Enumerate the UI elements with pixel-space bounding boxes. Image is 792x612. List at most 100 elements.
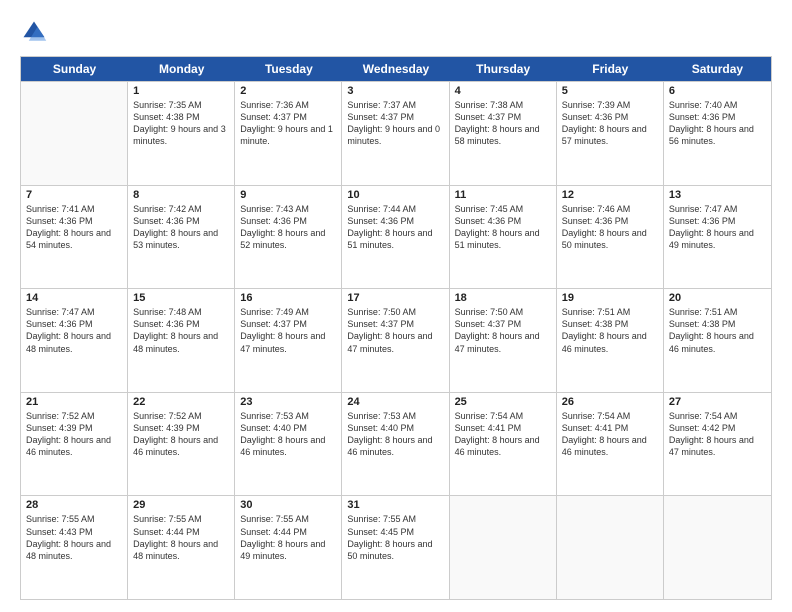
day-info: Sunrise: 7:51 AMSunset: 4:38 PMDaylight:… (669, 306, 766, 355)
cal-cell: 31 Sunrise: 7:55 AMSunset: 4:45 PMDayligh… (342, 496, 449, 599)
day-info: Sunrise: 7:44 AMSunset: 4:36 PMDaylight:… (347, 203, 443, 252)
day-info: Sunrise: 7:55 AMSunset: 4:45 PMDaylight:… (347, 513, 443, 562)
cal-cell: 15 Sunrise: 7:48 AMSunset: 4:36 PMDayligh… (128, 289, 235, 392)
day-number: 9 (240, 189, 336, 201)
day-info: Sunrise: 7:50 AMSunset: 4:37 PMDaylight:… (347, 306, 443, 355)
day-info: Sunrise: 7:38 AMSunset: 4:37 PMDaylight:… (455, 99, 551, 148)
day-number: 31 (347, 499, 443, 511)
header-day-monday: Monday (128, 57, 235, 81)
day-number: 26 (562, 396, 658, 408)
page: SundayMondayTuesdayWednesdayThursdayFrid… (0, 0, 792, 612)
week-row-0: 1 Sunrise: 7:35 AMSunset: 4:38 PMDaylight… (21, 81, 771, 185)
cal-cell: 16 Sunrise: 7:49 AMSunset: 4:37 PMDayligh… (235, 289, 342, 392)
cal-cell: 2 Sunrise: 7:36 AMSunset: 4:37 PMDaylight… (235, 82, 342, 185)
header-day-thursday: Thursday (450, 57, 557, 81)
day-number: 14 (26, 292, 122, 304)
calendar-header: SundayMondayTuesdayWednesdayThursdayFrid… (21, 57, 771, 81)
day-number: 13 (669, 189, 766, 201)
day-info: Sunrise: 7:49 AMSunset: 4:37 PMDaylight:… (240, 306, 336, 355)
day-info: Sunrise: 7:55 AMSunset: 4:44 PMDaylight:… (133, 513, 229, 562)
header-day-sunday: Sunday (21, 57, 128, 81)
day-number: 25 (455, 396, 551, 408)
day-info: Sunrise: 7:36 AMSunset: 4:37 PMDaylight:… (240, 99, 336, 148)
cal-cell: 10 Sunrise: 7:44 AMSunset: 4:36 PMDayligh… (342, 186, 449, 289)
cal-cell: 25 Sunrise: 7:54 AMSunset: 4:41 PMDayligh… (450, 393, 557, 496)
day-info: Sunrise: 7:52 AMSunset: 4:39 PMDaylight:… (133, 410, 229, 459)
cal-cell: 30 Sunrise: 7:55 AMSunset: 4:44 PMDayligh… (235, 496, 342, 599)
cal-cell: 4 Sunrise: 7:38 AMSunset: 4:37 PMDaylight… (450, 82, 557, 185)
day-number: 15 (133, 292, 229, 304)
cal-cell: 9 Sunrise: 7:43 AMSunset: 4:36 PMDaylight… (235, 186, 342, 289)
day-number: 4 (455, 85, 551, 97)
week-row-4: 28Sunrise: 7:55 AMSunset: 4:43 PMDayligh… (21, 495, 771, 599)
day-info: Sunrise: 7:43 AMSunset: 4:36 PMDaylight:… (240, 203, 336, 252)
day-info: Sunrise: 7:35 AMSunset: 4:38 PMDaylight:… (133, 99, 229, 148)
day-number: 23 (240, 396, 336, 408)
cal-cell: 17Sunrise: 7:50 AMSunset: 4:37 PMDayligh… (342, 289, 449, 392)
cal-cell: 19 Sunrise: 7:51 AMSunset: 4:38 PMDayligh… (557, 289, 664, 392)
day-number: 30 (240, 499, 336, 511)
week-row-3: 21 Sunrise: 7:52 AMSunset: 4:39 PMDayligh… (21, 392, 771, 496)
day-info: Sunrise: 7:54 AMSunset: 4:41 PMDaylight:… (562, 410, 658, 459)
day-info: Sunrise: 7:39 AMSunset: 4:36 PMDaylight:… (562, 99, 658, 148)
day-info: Sunrise: 7:45 AMSunset: 4:36 PMDaylight:… (455, 203, 551, 252)
cal-cell: 14 Sunrise: 7:47 AMSunset: 4:36 PMDayligh… (21, 289, 128, 392)
day-info: Sunrise: 7:55 AMSunset: 4:44 PMDaylight:… (240, 513, 336, 562)
day-number: 21 (26, 396, 122, 408)
day-info: Sunrise: 7:53 AMSunset: 4:40 PMDaylight:… (347, 410, 443, 459)
week-row-1: 7Sunrise: 7:41 AMSunset: 4:36 PMDaylight… (21, 185, 771, 289)
header-day-saturday: Saturday (664, 57, 771, 81)
day-info: Sunrise: 7:52 AMSunset: 4:39 PMDaylight:… (26, 410, 122, 459)
cal-cell (557, 496, 664, 599)
cal-cell: 13 Sunrise: 7:47 AMSunset: 4:36 PMDayligh… (664, 186, 771, 289)
day-info: Sunrise: 7:47 AMSunset: 4:36 PMDaylight:… (26, 306, 122, 355)
cal-cell: 22Sunrise: 7:52 AMSunset: 4:39 PMDayligh… (128, 393, 235, 496)
day-info: Sunrise: 7:46 AMSunset: 4:36 PMDaylight:… (562, 203, 658, 252)
day-info: Sunrise: 7:54 AMSunset: 4:42 PMDaylight:… (669, 410, 766, 459)
day-info: Sunrise: 7:37 AMSunset: 4:37 PMDaylight:… (347, 99, 443, 148)
day-number: 18 (455, 292, 551, 304)
calendar: SundayMondayTuesdayWednesdayThursdayFrid… (20, 56, 772, 600)
cal-cell: 1 Sunrise: 7:35 AMSunset: 4:38 PMDaylight… (128, 82, 235, 185)
header (20, 18, 772, 46)
day-info: Sunrise: 7:48 AMSunset: 4:36 PMDaylight:… (133, 306, 229, 355)
logo-icon (20, 18, 48, 46)
header-day-friday: Friday (557, 57, 664, 81)
day-number: 28 (26, 499, 122, 511)
cal-cell: 26 Sunrise: 7:54 AMSunset: 4:41 PMDayligh… (557, 393, 664, 496)
logo (20, 18, 52, 46)
day-number: 7 (26, 189, 122, 201)
day-number: 1 (133, 85, 229, 97)
day-number: 24 (347, 396, 443, 408)
cal-cell: 20 Sunrise: 7:51 AMSunset: 4:38 PMDayligh… (664, 289, 771, 392)
cal-cell: 7Sunrise: 7:41 AMSunset: 4:36 PMDaylight… (21, 186, 128, 289)
week-row-2: 14 Sunrise: 7:47 AMSunset: 4:36 PMDayligh… (21, 288, 771, 392)
day-info: Sunrise: 7:50 AMSunset: 4:37 PMDaylight:… (455, 306, 551, 355)
day-number: 20 (669, 292, 766, 304)
day-info: Sunrise: 7:51 AMSunset: 4:38 PMDaylight:… (562, 306, 658, 355)
day-number: 11 (455, 189, 551, 201)
day-number: 19 (562, 292, 658, 304)
day-number: 10 (347, 189, 443, 201)
day-number: 5 (562, 85, 658, 97)
day-info: Sunrise: 7:42 AMSunset: 4:36 PMDaylight:… (133, 203, 229, 252)
cal-cell: 23Sunrise: 7:53 AMSunset: 4:40 PMDayligh… (235, 393, 342, 496)
day-number: 16 (240, 292, 336, 304)
header-day-tuesday: Tuesday (235, 57, 342, 81)
cal-cell (21, 82, 128, 185)
cal-cell (664, 496, 771, 599)
cal-cell: 3 Sunrise: 7:37 AMSunset: 4:37 PMDaylight… (342, 82, 449, 185)
day-number: 3 (347, 85, 443, 97)
cal-cell: 18 Sunrise: 7:50 AMSunset: 4:37 PMDayligh… (450, 289, 557, 392)
cal-cell: 21 Sunrise: 7:52 AMSunset: 4:39 PMDayligh… (21, 393, 128, 496)
cal-cell: 28Sunrise: 7:55 AMSunset: 4:43 PMDayligh… (21, 496, 128, 599)
calendar-body: 1 Sunrise: 7:35 AMSunset: 4:38 PMDaylight… (21, 81, 771, 599)
day-number: 8 (133, 189, 229, 201)
day-number: 2 (240, 85, 336, 97)
day-info: Sunrise: 7:54 AMSunset: 4:41 PMDaylight:… (455, 410, 551, 459)
day-info: Sunrise: 7:47 AMSunset: 4:36 PMDaylight:… (669, 203, 766, 252)
day-info: Sunrise: 7:40 AMSunset: 4:36 PMDaylight:… (669, 99, 766, 148)
day-number: 27 (669, 396, 766, 408)
cal-cell: 12Sunrise: 7:46 AMSunset: 4:36 PMDayligh… (557, 186, 664, 289)
cal-cell: 27 Sunrise: 7:54 AMSunset: 4:42 PMDayligh… (664, 393, 771, 496)
